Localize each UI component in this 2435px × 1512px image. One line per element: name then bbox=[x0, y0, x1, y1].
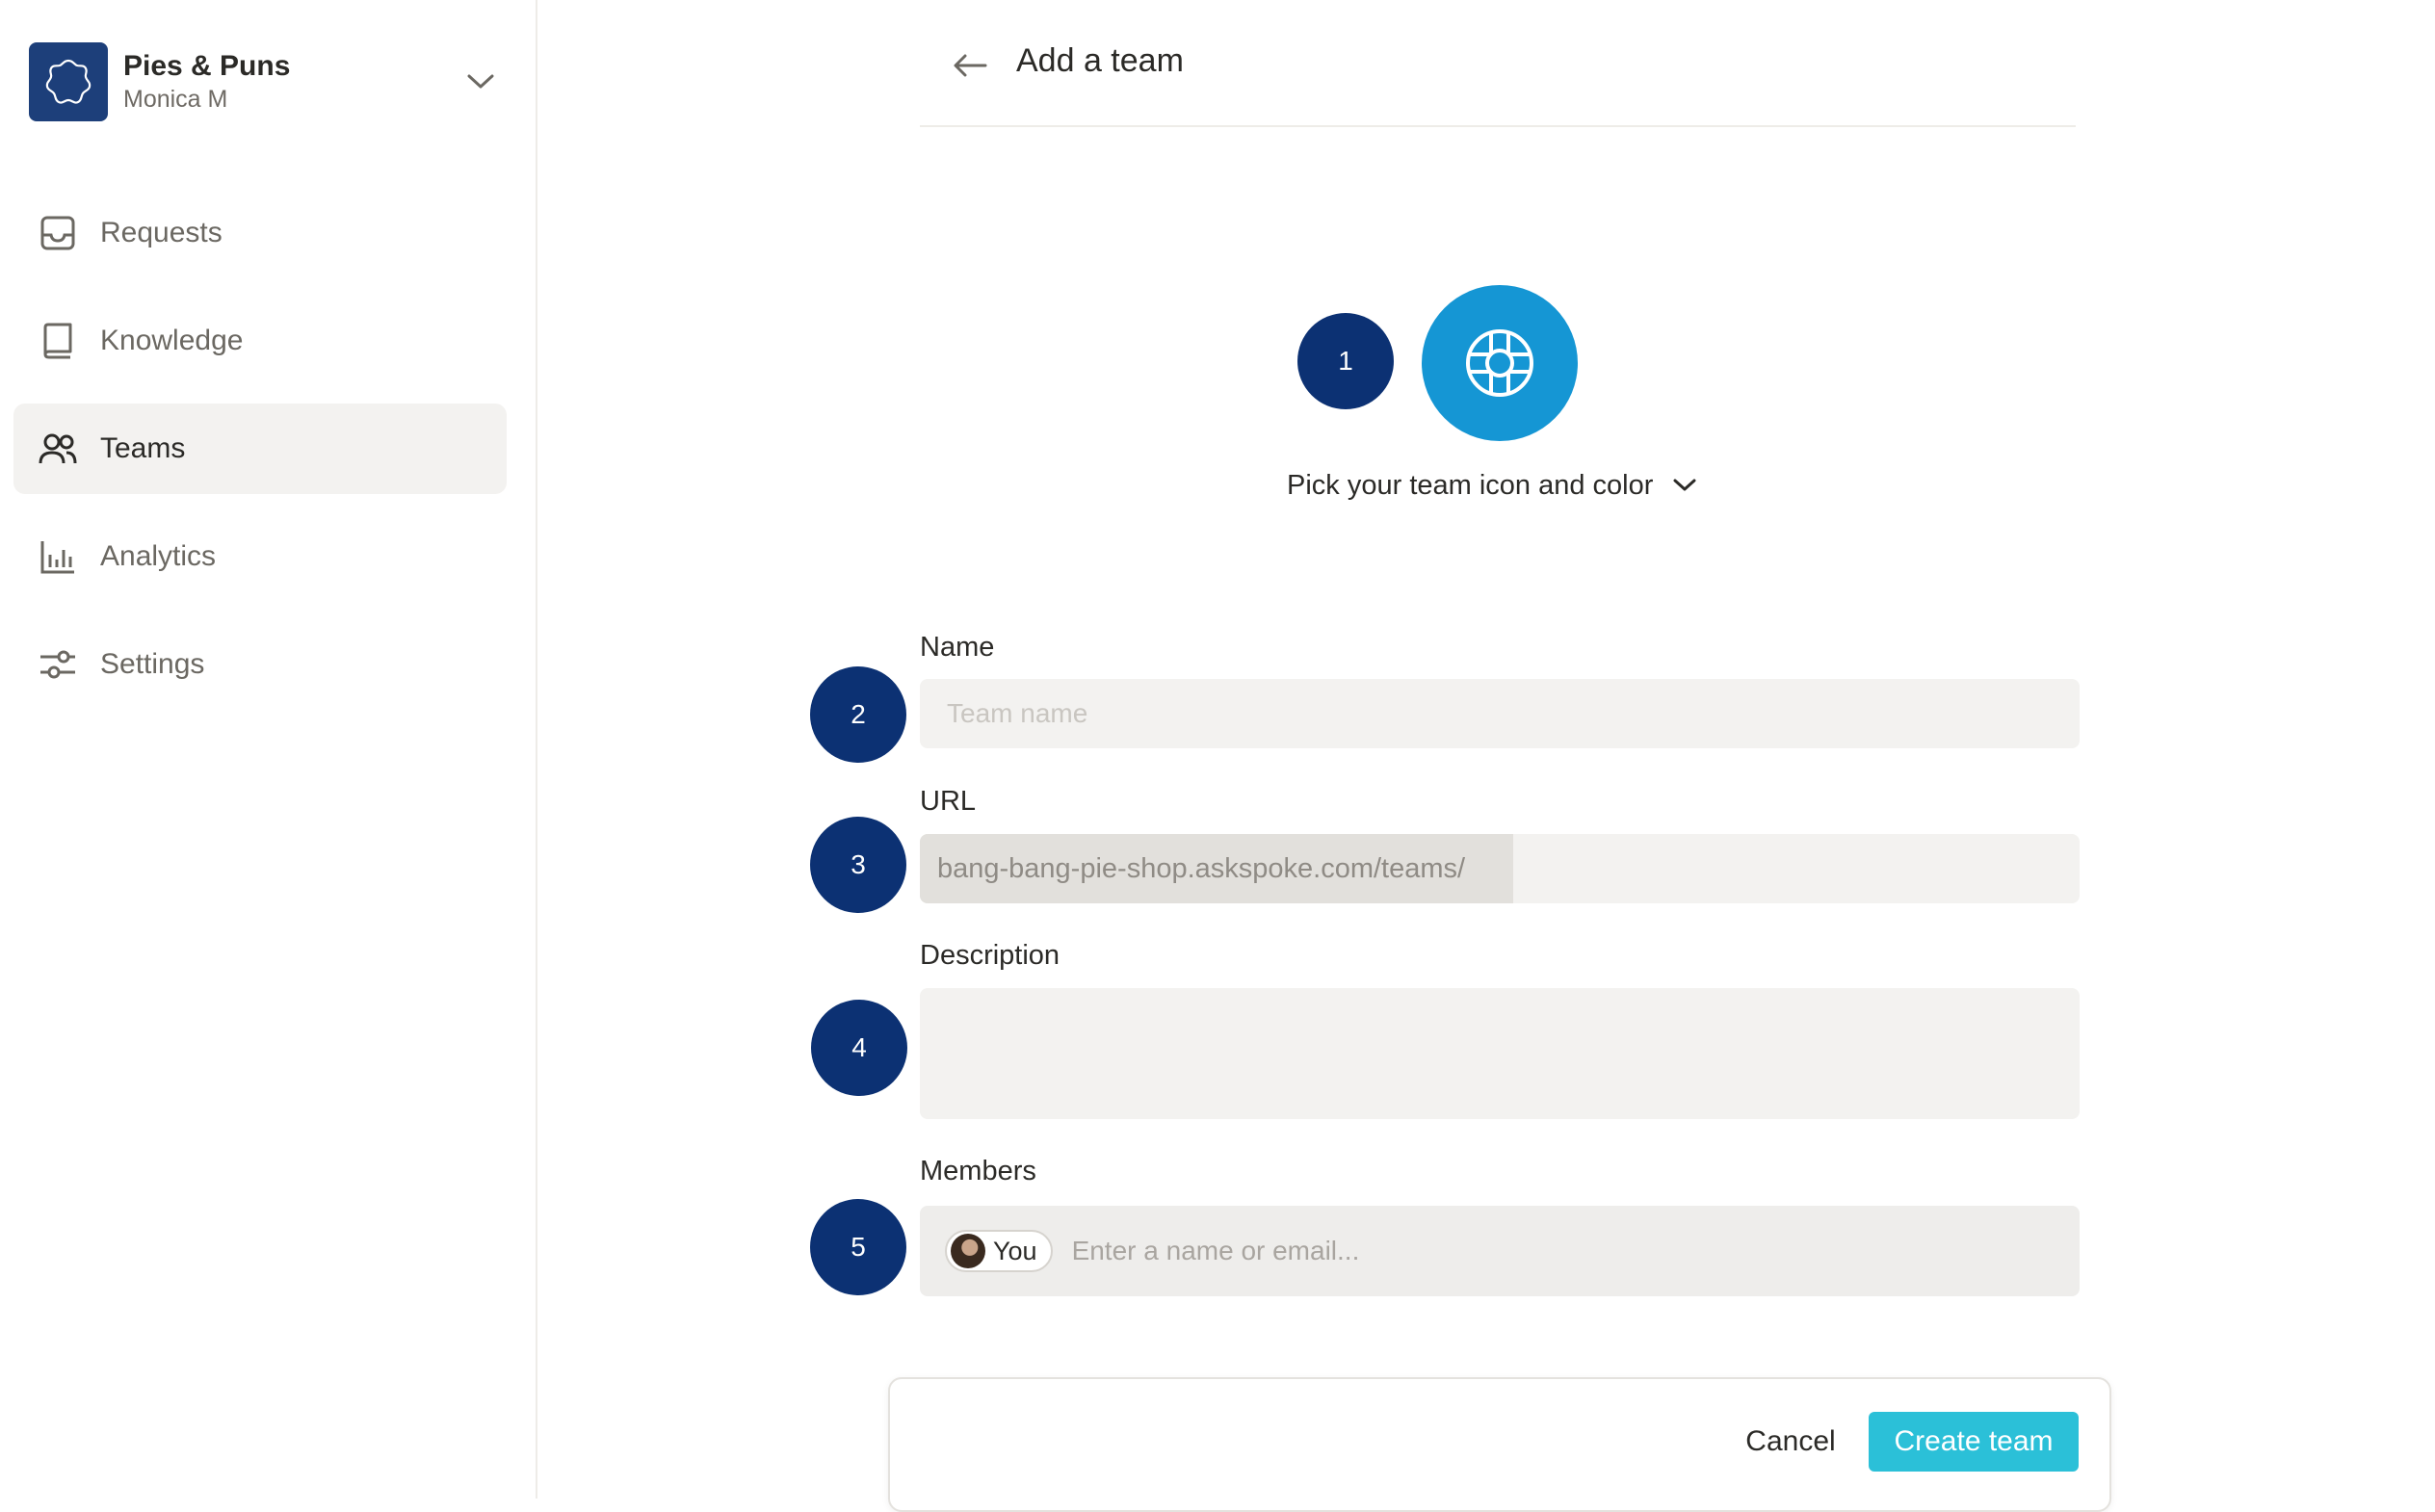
book-icon bbox=[39, 322, 77, 360]
workspace-switcher[interactable]: Pies & Puns Monica M bbox=[29, 42, 501, 121]
description-label: Description bbox=[920, 940, 1060, 971]
workspace-logo bbox=[29, 42, 108, 121]
step-badge: 3 bbox=[810, 817, 906, 913]
sidebar-item-label: Analytics bbox=[100, 540, 217, 572]
workspace-name: Pies & Puns bbox=[123, 50, 291, 82]
inbox-icon bbox=[39, 214, 77, 252]
back-arrow-icon[interactable] bbox=[949, 44, 991, 87]
avatar bbox=[951, 1234, 985, 1268]
team-name-input[interactable] bbox=[920, 679, 2080, 748]
workspace-user: Monica M bbox=[123, 86, 228, 113]
page-header: Add a team bbox=[920, 29, 2076, 127]
sidebar-item-teams[interactable]: Teams bbox=[13, 404, 507, 494]
chevron-down-icon bbox=[1670, 471, 1699, 500]
members-field: You bbox=[920, 1206, 2080, 1296]
step-badge: 5 bbox=[810, 1199, 906, 1295]
description-input[interactable] bbox=[920, 988, 2080, 1119]
icon-color-picker[interactable]: Pick your team icon and color bbox=[1287, 464, 1699, 507]
url-prefix: bang-bang-pie-shop.askspoke.com/teams/ bbox=[920, 834, 1513, 903]
member-chip[interactable]: You bbox=[945, 1230, 1053, 1272]
sidebar-item-label: Requests bbox=[100, 217, 223, 248]
bar-chart-icon bbox=[39, 537, 77, 576]
cancel-button[interactable]: Cancel bbox=[1728, 1412, 1853, 1472]
url-label: URL bbox=[920, 786, 977, 817]
page-title: Add a team bbox=[1016, 42, 1184, 79]
url-field: bang-bang-pie-shop.askspoke.com/teams/ bbox=[920, 834, 2080, 903]
sidebar-item-label: Knowledge bbox=[100, 325, 244, 356]
sidebar: Pies & Puns Monica M Requests Knowledge … bbox=[0, 0, 537, 1499]
sidebar-item-settings[interactable]: Settings bbox=[13, 619, 507, 710]
step-badge: 2 bbox=[810, 666, 906, 763]
sidebar-nav: Requests Knowledge Teams Analytics Setti… bbox=[13, 188, 507, 727]
step-badge: 1 bbox=[1297, 313, 1394, 409]
icon-picker-label: Pick your team icon and color bbox=[1287, 469, 1654, 501]
flower-icon bbox=[45, 59, 92, 104]
member-chip-label: You bbox=[993, 1236, 1037, 1265]
name-label: Name bbox=[920, 632, 995, 663]
form-footer: Cancel Create team bbox=[888, 1377, 2111, 1512]
sliders-icon bbox=[39, 645, 77, 684]
url-slug-input[interactable] bbox=[1513, 834, 2080, 903]
create-team-button[interactable]: Create team bbox=[1869, 1412, 2079, 1472]
members-label: Members bbox=[920, 1156, 1036, 1186]
users-icon bbox=[39, 430, 77, 468]
chevron-down-icon[interactable] bbox=[464, 65, 497, 98]
sidebar-item-label: Settings bbox=[100, 648, 205, 680]
step-badge: 4 bbox=[811, 1000, 907, 1096]
lifebuoy-icon bbox=[1466, 329, 1533, 397]
team-icon-button[interactable] bbox=[1422, 285, 1578, 441]
members-input[interactable] bbox=[1069, 1235, 2080, 1267]
sidebar-item-analytics[interactable]: Analytics bbox=[13, 511, 507, 602]
sidebar-item-requests[interactable]: Requests bbox=[13, 188, 507, 278]
sidebar-item-label: Teams bbox=[100, 432, 186, 464]
sidebar-item-knowledge[interactable]: Knowledge bbox=[13, 296, 507, 386]
